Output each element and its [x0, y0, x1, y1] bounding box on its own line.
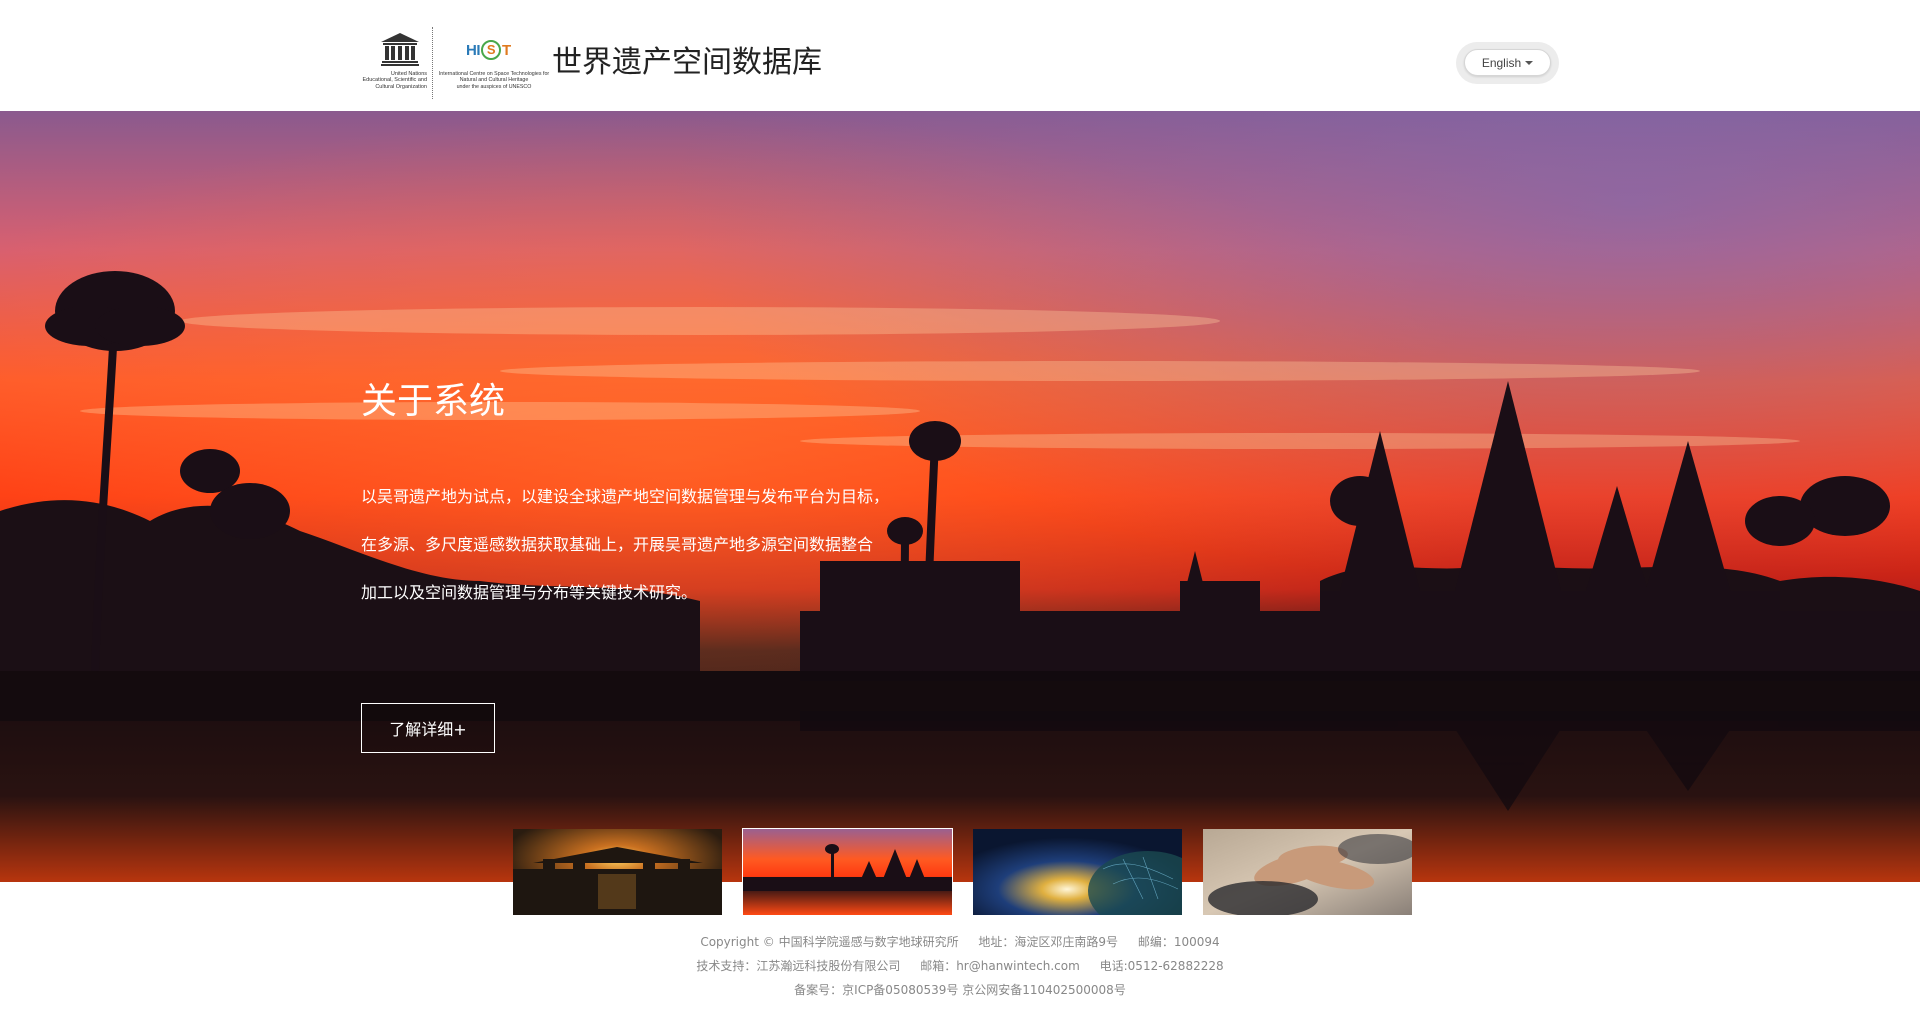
- email-text: 邮箱：hr@hanwintech.com: [920, 959, 1080, 973]
- footer-row-support: 技术支持：江苏瀚远科技股份有限公司 邮箱：hr@hanwintech.com 电…: [0, 954, 1920, 978]
- site-footer: Copyright © 中国科学院遥感与数字地球研究所 地址：海淀区邓庄南路9号…: [0, 930, 1920, 1002]
- language-label: English: [1481, 55, 1522, 70]
- logo-group[interactable]: United Nations Educational, Scientific a…: [361, 27, 550, 99]
- postcode-text: 邮编：100094: [1137, 935, 1220, 949]
- copyright-text: Copyright © 中国科学院遥感与数字地球研究所: [700, 935, 959, 949]
- hist-logo: HI S T International Centre on Space Techn…: [438, 27, 550, 99]
- hist-mark: HI S T: [466, 40, 511, 60]
- thumbnail-angkor-silhouette[interactable]: [742, 828, 953, 916]
- hero-description: 以吴哥遗产地为试点，以建设全球遗产地空间数据管理与发布平台为目标， 在多源、多尺…: [361, 473, 961, 617]
- hero-paragraph: 在多源、多尺度遥感数据获取基础上，开展吴哥遗产地多源空间数据整合: [361, 535, 874, 554]
- site-title: 世界遗产空间数据库: [552, 45, 822, 80]
- tech-support-text: 技术支持：江苏瀚远科技股份有限公司: [696, 959, 901, 973]
- thumbnail-globe-network[interactable]: [973, 829, 1182, 915]
- site-header: United Nations Educational, Scientific a…: [0, 0, 1920, 111]
- hero-paragraph: 加工以及空间数据管理与分布等关键技术研究。: [361, 583, 698, 602]
- hero-paragraph: 以吴哥遗产地为试点，以建设全球遗产地空间数据管理与发布平台为目标，: [361, 487, 890, 506]
- thumbnail-image: [743, 829, 952, 915]
- footer-row-copyright: Copyright © 中国科学院遥感与数字地球研究所 地址：海淀区邓庄南路9号…: [0, 930, 1920, 954]
- hero-banner: 关于系统 以吴哥遗产地为试点，以建设全球遗产地空间数据管理与发布平台为目标， 在…: [0, 111, 1920, 882]
- unesco-caption: United Nations Educational, Scientific a…: [362, 71, 427, 90]
- thumbnail-temple-sunset[interactable]: [513, 829, 722, 915]
- unesco-temple-icon: [381, 33, 419, 66]
- icp-text: 备案号：京ICP备05080539号 京公网安备110402500008号: [794, 983, 1126, 997]
- thumbnail-image: [513, 829, 722, 915]
- phone-text: 电话:0512-62882228: [1099, 959, 1224, 973]
- thumbnail-image: [973, 829, 1182, 915]
- language-switcher: English: [1456, 42, 1559, 84]
- footer-row-icp: 备案号：京ICP备05080539号 京公网安备110402500008号: [0, 978, 1920, 1002]
- hero-title: 关于系统: [361, 381, 506, 422]
- unesco-logo: United Nations Educational, Scientific a…: [361, 27, 429, 99]
- slide-thumbnails: [513, 828, 1412, 916]
- logo-divider: [432, 27, 433, 99]
- thumbnail-hands-together[interactable]: [1203, 829, 1412, 915]
- hist-caption: International Centre on Space Technologi…: [438, 71, 550, 90]
- language-dropdown-button[interactable]: English: [1464, 49, 1551, 76]
- thumbnail-image: [1203, 829, 1412, 915]
- learn-more-button[interactable]: 了解详细+: [361, 703, 495, 753]
- chevron-down-icon: [1525, 61, 1534, 65]
- address-text: 地址：海淀区邓庄南路9号: [978, 935, 1119, 949]
